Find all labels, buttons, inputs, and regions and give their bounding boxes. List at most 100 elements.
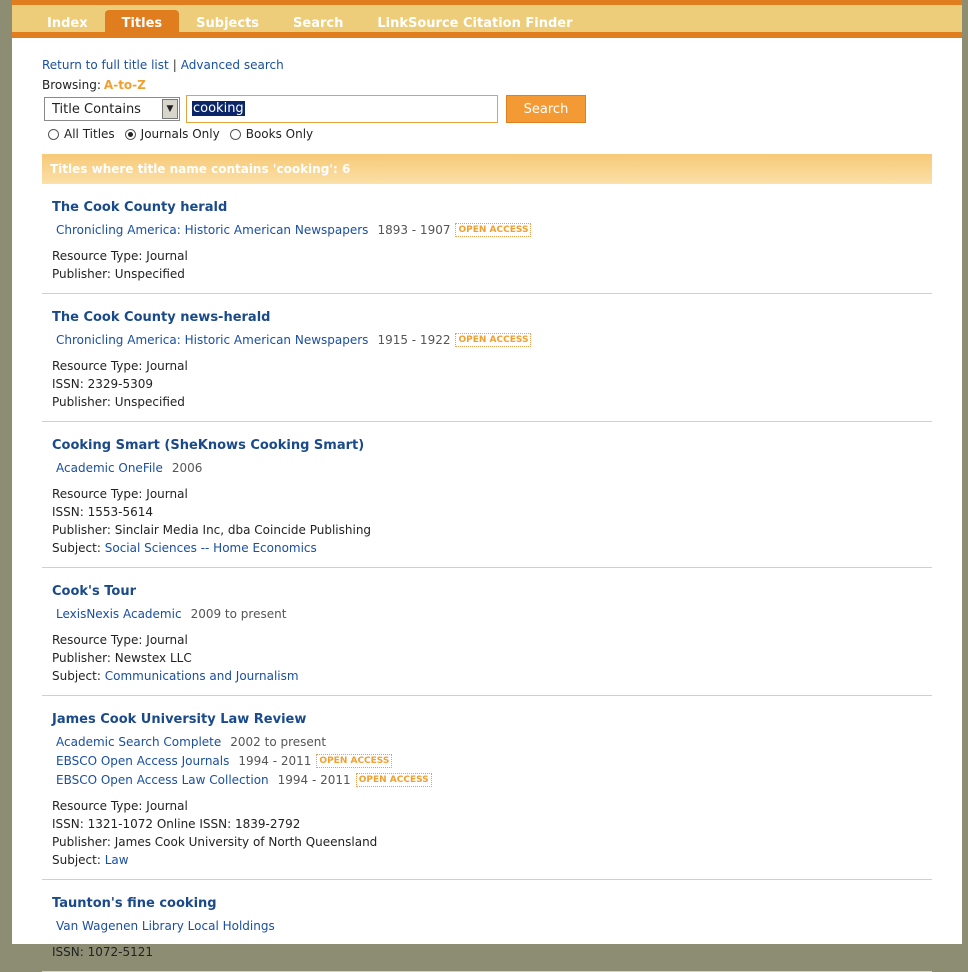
page-frame: Index Titles Subjects Search LinkSource Cita… <box>12 0 962 972</box>
result-item: Taunton's fine cooking Van Wagenen Librar… <box>42 880 932 972</box>
radio-button-icon[interactable] <box>48 128 59 140</box>
tab-titles[interactable]: Titles <box>104 10 180 37</box>
result-item: Cooking Smart (SheKnows Cooking Smart) Ac… <box>42 422 932 568</box>
source-link[interactable]: EBSCO Open Access Journals <box>56 754 229 768</box>
coverage-dates: 1994 - 2011 <box>238 754 312 768</box>
nav-tabs: Index Titles Subjects Search LinkSource Cita… <box>30 10 590 37</box>
radio-all-titles[interactable]: All Titles <box>48 127 115 141</box>
metadata-line: ISSN: 1321-1072 Online ISSN: 1839-2792 <box>52 815 922 833</box>
metadata-value: 1321-1072 Online ISSN: 1839-2792 <box>87 817 301 831</box>
source-link[interactable]: Van Wagenen Library Local Holdings <box>56 919 275 933</box>
subject-link[interactable]: Social Sciences -- Home Economics <box>105 541 317 555</box>
metadata-line: Publisher: Sinclair Media Inc, dba Coinc… <box>52 521 922 539</box>
metadata-label: Subject: <box>52 853 101 867</box>
metadata-line: ISSN: 1072-5121 <box>52 943 922 961</box>
source-row: Chronicling America: Historic American N… <box>56 223 922 237</box>
search-type-select[interactable]: Title Contains ▼ <box>44 97 180 121</box>
radio-label: Journals Only <box>140 127 220 141</box>
source-link[interactable]: EBSCO Open Access Law Collection <box>56 773 269 787</box>
metadata-value: Unspecified <box>114 395 185 409</box>
source-link[interactable]: Chronicling America: Historic American N… <box>56 333 368 347</box>
metadata-value: Newstex LLC <box>114 651 192 665</box>
metadata-value: James Cook University of North Queenslan… <box>114 835 378 849</box>
search-button[interactable]: Search <box>506 95 586 123</box>
source-row: Academic Search Complete 2002 to present <box>56 735 922 749</box>
tab-search[interactable]: Search <box>276 10 360 37</box>
coverage-dates: 2006 <box>171 461 203 475</box>
metadata-line: Publisher: Unspecified <box>52 393 922 411</box>
radio-button-icon[interactable] <box>229 128 241 140</box>
source-link[interactable]: LexisNexis Academic <box>56 607 182 621</box>
coverage-dates: 1893 - 1907 <box>377 223 451 237</box>
tab-subjects[interactable]: Subjects <box>179 10 276 37</box>
top-links: Return to full title list | Advanced searc… <box>42 58 932 72</box>
result-item: Cook's Tour LexisNexis Academic 2009 to pr… <box>42 568 932 696</box>
subject-link[interactable]: Communications and Journalism <box>105 669 299 683</box>
result-metadata: ISSN: 1072-5121 <box>52 943 922 961</box>
metadata-value: Journal <box>146 487 188 501</box>
metadata-label: Publisher: <box>52 651 111 665</box>
result-title-link[interactable]: Cooking Smart (SheKnows Cooking Smart) <box>52 438 922 453</box>
browsing-value[interactable]: A-to-Z <box>104 78 146 92</box>
search-type-value: Title Contains <box>52 102 141 117</box>
open-access-badge: OPEN ACCESS <box>355 773 432 787</box>
source-link[interactable]: Academic Search Complete <box>56 735 221 749</box>
search-input[interactable]: cooking <box>186 95 498 123</box>
tab-linksource-citation-finder[interactable]: LinkSource Citation Finder <box>360 10 589 37</box>
metadata-label: Resource Type: <box>52 487 143 501</box>
result-metadata: Resource Type: Journal Publisher: Unspeci… <box>52 247 922 283</box>
metadata-value: Journal <box>146 799 188 813</box>
metadata-line: Subject: Social Sciences -- Home Economi… <box>52 539 922 557</box>
source-row: Academic OneFile 2006 <box>56 461 922 475</box>
metadata-line: Publisher: Newstex LLC <box>52 649 922 667</box>
metadata-label: Resource Type: <box>52 359 143 373</box>
tab-index[interactable]: Index <box>30 10 105 37</box>
source-link[interactable]: Academic OneFile <box>56 461 163 475</box>
metadata-label: Publisher: <box>52 267 111 281</box>
radio-journals-only[interactable]: Journals Only <box>124 127 220 141</box>
metadata-value: 2329-5309 <box>87 377 154 391</box>
source-link[interactable]: Chronicling America: Historic American N… <box>56 223 368 237</box>
coverage-dates: 2002 to present <box>230 735 327 749</box>
top-nav-bar: Index Titles Subjects Search LinkSource Cita… <box>12 0 962 38</box>
result-item: James Cook University Law Review Academic… <box>42 696 932 880</box>
metadata-line: Resource Type: Journal <box>52 631 922 649</box>
result-item: The Cook County herald Chronicling Americ… <box>42 184 932 294</box>
metadata-value: Journal <box>146 359 188 373</box>
metadata-line: Subject: Communications and Journalism <box>52 667 922 685</box>
open-access-badge: OPEN ACCESS <box>455 333 532 347</box>
metadata-label: Publisher: <box>52 523 111 537</box>
result-metadata: Resource Type: Journal ISSN: 2329-5309 Pub… <box>52 357 922 411</box>
coverage-dates: 2009 to present <box>190 607 287 621</box>
browsing-indicator: Browsing: A-to-Z <box>42 78 932 92</box>
metadata-value: Sinclair Media Inc, dba Coincide Publish… <box>114 523 372 537</box>
results-list: The Cook County herald Chronicling Americ… <box>42 184 932 972</box>
return-to-title-list-link[interactable]: Return to full title list <box>42 58 169 72</box>
metadata-line: Resource Type: Journal <box>52 247 922 265</box>
open-access-badge: OPEN ACCESS <box>455 223 532 237</box>
advanced-search-link[interactable]: Advanced search <box>181 58 284 72</box>
chevron-down-icon[interactable]: ▼ <box>162 99 178 119</box>
result-metadata: Resource Type: Journal ISSN: 1321-1072 On… <box>52 797 922 869</box>
result-title-link[interactable]: James Cook University Law Review <box>52 712 922 727</box>
source-row: LexisNexis Academic 2009 to present <box>56 607 922 621</box>
metadata-label: Publisher: <box>52 395 111 409</box>
search-row: Title Contains ▼ cooking Search <box>42 95 932 123</box>
result-title-link[interactable]: The Cook County herald <box>52 200 922 215</box>
radio-books-only[interactable]: Books Only <box>229 127 314 141</box>
radio-label: Books Only <box>245 127 314 141</box>
search-input-value: cooking <box>192 101 245 116</box>
subject-link[interactable]: Law <box>105 853 129 867</box>
open-access-badge: OPEN ACCESS <box>316 754 393 768</box>
metadata-line: Resource Type: Journal <box>52 357 922 375</box>
radio-button-icon[interactable] <box>124 128 136 140</box>
metadata-line: Resource Type: Journal <box>52 485 922 503</box>
metadata-value: 1072-5121 <box>87 945 154 959</box>
link-separator: | <box>172 58 177 72</box>
metadata-label: Resource Type: <box>52 799 143 813</box>
result-title-link[interactable]: Cook's Tour <box>52 584 922 599</box>
metadata-value: Unspecified <box>114 267 185 281</box>
result-title-link[interactable]: Taunton's fine cooking <box>52 896 922 911</box>
source-row: Van Wagenen Library Local Holdings <box>56 919 922 933</box>
result-title-link[interactable]: The Cook County news-herald <box>52 310 922 325</box>
